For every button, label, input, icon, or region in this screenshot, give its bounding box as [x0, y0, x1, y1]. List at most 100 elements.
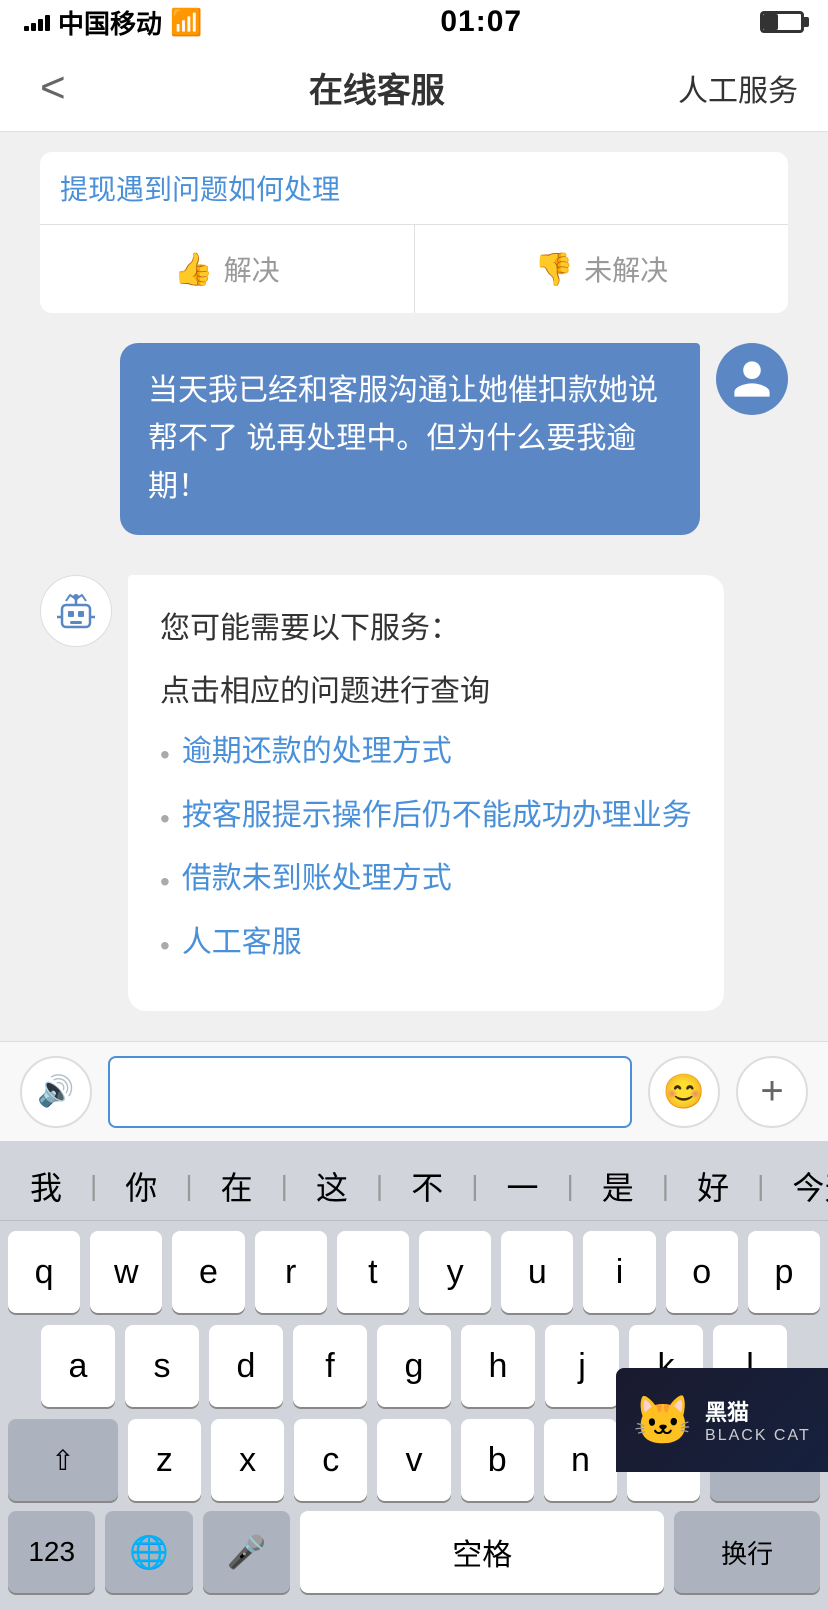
cat-icon: 🐱 — [633, 1392, 693, 1449]
key-u[interactable]: u — [501, 1231, 573, 1313]
suggestion-shi[interactable]: 是 — [588, 1163, 648, 1209]
emoji-button[interactable]: 😊 — [648, 1056, 720, 1128]
voice-button[interactable]: 🔊 — [20, 1056, 92, 1128]
resolved-button[interactable]: 👍 解决 — [40, 225, 415, 313]
bot-avatar — [40, 575, 112, 647]
suggestion-zai[interactable]: 在 — [207, 1163, 267, 1209]
input-bar: 🔊 😊 + — [0, 1041, 828, 1141]
page-title: 在线客服 — [309, 63, 445, 112]
key-numbers[interactable]: 123 — [8, 1511, 95, 1593]
list-item: 逾期还款的处理方式 — [160, 729, 692, 779]
bot-link-list: 逾期还款的处理方式 按客服提示操作后仍不能成功办理业务 借款未到账处理方式 人工… — [160, 729, 692, 969]
key-f[interactable]: f — [293, 1325, 367, 1407]
thumbs-up-icon: 👍 — [174, 250, 214, 288]
suggestion-wo[interactable]: 我 — [16, 1163, 76, 1209]
key-x[interactable]: x — [211, 1419, 284, 1501]
user-avatar — [716, 343, 788, 415]
suggestion-yi[interactable]: 一 — [492, 1163, 552, 1209]
thumbs-down-icon: 👎 — [534, 250, 574, 288]
list-item: 借款未到账处理方式 — [160, 856, 692, 906]
link-loan[interactable]: 借款未到账处理方式 — [182, 856, 452, 901]
key-i[interactable]: i — [583, 1231, 655, 1313]
key-w[interactable]: w — [90, 1231, 162, 1313]
carrier-label: 中国移动 — [58, 4, 162, 41]
signal-icon — [24, 13, 50, 31]
key-microphone[interactable]: 🎤 — [203, 1511, 290, 1593]
status-time: 01:07 — [440, 5, 522, 39]
key-h[interactable]: h — [461, 1325, 535, 1407]
keyboard-suggestions: 我 | 你 | 在 | 这 | 不 | 一 | 是 | 好 | 今天 ∨ — [0, 1151, 828, 1221]
key-a[interactable]: a — [41, 1325, 115, 1407]
feedback-buttons: 👍 解决 👎 未解决 — [40, 224, 788, 313]
suggestion-zhe[interactable]: 这 — [302, 1163, 362, 1209]
link-operation[interactable]: 按客服提示操作后仍不能成功办理业务 — [182, 793, 692, 838]
suggestion-hao[interactable]: 好 — [683, 1163, 743, 1209]
key-globe[interactable]: 🌐 — [105, 1511, 192, 1593]
key-q[interactable]: q — [8, 1231, 80, 1313]
key-o[interactable]: o — [666, 1231, 738, 1313]
watermark-chinese: 黑猫 — [705, 1395, 811, 1427]
emoji-icon: 😊 — [663, 1072, 705, 1112]
voice-icon: 🔊 — [37, 1074, 74, 1109]
key-c[interactable]: c — [294, 1419, 367, 1501]
back-button[interactable]: < — [30, 53, 76, 123]
bot-intro-line2: 点击相应的问题进行查询 — [160, 666, 692, 717]
key-b[interactable]: b — [461, 1419, 534, 1501]
feedback-link[interactable]: 提现遇到问题如何处理 — [40, 152, 788, 224]
key-n[interactable]: n — [544, 1419, 617, 1501]
key-s[interactable]: s — [125, 1325, 199, 1407]
key-return[interactable]: 换行 — [674, 1511, 820, 1593]
key-t[interactable]: t — [337, 1231, 409, 1313]
sep1: | — [76, 1170, 111, 1202]
user-message-row: 当天我已经和客服沟通让她催扣款她说帮不了 说再处理中。但为什么要我逾期！ — [30, 333, 798, 545]
watermark-english: BLACK CAT — [705, 1427, 811, 1445]
sep3: | — [267, 1170, 302, 1202]
key-e[interactable]: e — [172, 1231, 244, 1313]
key-z[interactable]: z — [128, 1419, 201, 1501]
battery-icon — [760, 11, 804, 33]
key-d[interactable]: d — [209, 1325, 283, 1407]
sep7: | — [648, 1170, 683, 1202]
key-space[interactable]: 空格 — [300, 1511, 664, 1593]
watermark-text: 黑猫 BLACK CAT — [705, 1395, 811, 1445]
suggestion-jintian[interactable]: 今天 — [778, 1163, 828, 1209]
sep8: | — [743, 1170, 778, 1202]
keyboard-bottom-row: 123 🌐 🎤 空格 换行 — [0, 1505, 828, 1609]
bot-bubble: 您可能需要以下服务： 点击相应的问题进行查询 逾期还款的处理方式 按客服提示操作… — [128, 575, 724, 1011]
chat-area: 提现遇到问题如何处理 👍 解决 👎 未解决 当天我已经和客服沟通让她催扣款她说帮… — [0, 132, 828, 1041]
status-right — [760, 11, 804, 33]
human-service-button[interactable]: 人工服务 — [678, 66, 798, 110]
resolved-label: 解决 — [224, 249, 280, 289]
suggestion-bu[interactable]: 不 — [397, 1163, 457, 1209]
feedback-card: 提现遇到问题如何处理 👍 解决 👎 未解决 — [40, 152, 788, 313]
list-item: 人工客服 — [160, 920, 692, 970]
watermark: 🐱 黑猫 BLACK CAT — [616, 1368, 828, 1472]
bot-intro-line1: 您可能需要以下服务： — [160, 603, 692, 654]
nav-bar: < 在线客服 人工服务 — [0, 44, 828, 132]
key-j[interactable]: j — [545, 1325, 619, 1407]
link-overdue[interactable]: 逾期还款的处理方式 — [182, 729, 452, 774]
suggestion-ni[interactable]: 你 — [111, 1163, 171, 1209]
sep2: | — [171, 1170, 206, 1202]
list-item: 按客服提示操作后仍不能成功办理业务 — [160, 793, 692, 843]
unresolved-button[interactable]: 👎 未解决 — [415, 225, 789, 313]
status-bar: 中国移动 📶 01:07 — [0, 0, 828, 44]
key-shift[interactable]: ⇧ — [8, 1419, 118, 1501]
key-p[interactable]: p — [748, 1231, 820, 1313]
key-v[interactable]: v — [377, 1419, 450, 1501]
sep4: | — [362, 1170, 397, 1202]
key-row-1: q w e r t y u i o p — [8, 1231, 820, 1313]
unresolved-label: 未解决 — [584, 249, 668, 289]
user-bubble: 当天我已经和客服沟通让她催扣款她说帮不了 说再处理中。但为什么要我逾期！ — [120, 343, 700, 535]
key-r[interactable]: r — [255, 1231, 327, 1313]
plus-button[interactable]: + — [736, 1056, 808, 1128]
sep5: | — [457, 1170, 492, 1202]
key-y[interactable]: y — [419, 1231, 491, 1313]
link-human[interactable]: 人工客服 — [182, 920, 302, 965]
key-g[interactable]: g — [377, 1325, 451, 1407]
plus-icon: + — [760, 1069, 783, 1114]
bot-message-row: 您可能需要以下服务： 点击相应的问题进行查询 逾期还款的处理方式 按客服提示操作… — [30, 565, 798, 1021]
status-left: 中国移动 📶 — [24, 4, 202, 41]
sep6: | — [553, 1170, 588, 1202]
message-input[interactable] — [108, 1056, 632, 1128]
